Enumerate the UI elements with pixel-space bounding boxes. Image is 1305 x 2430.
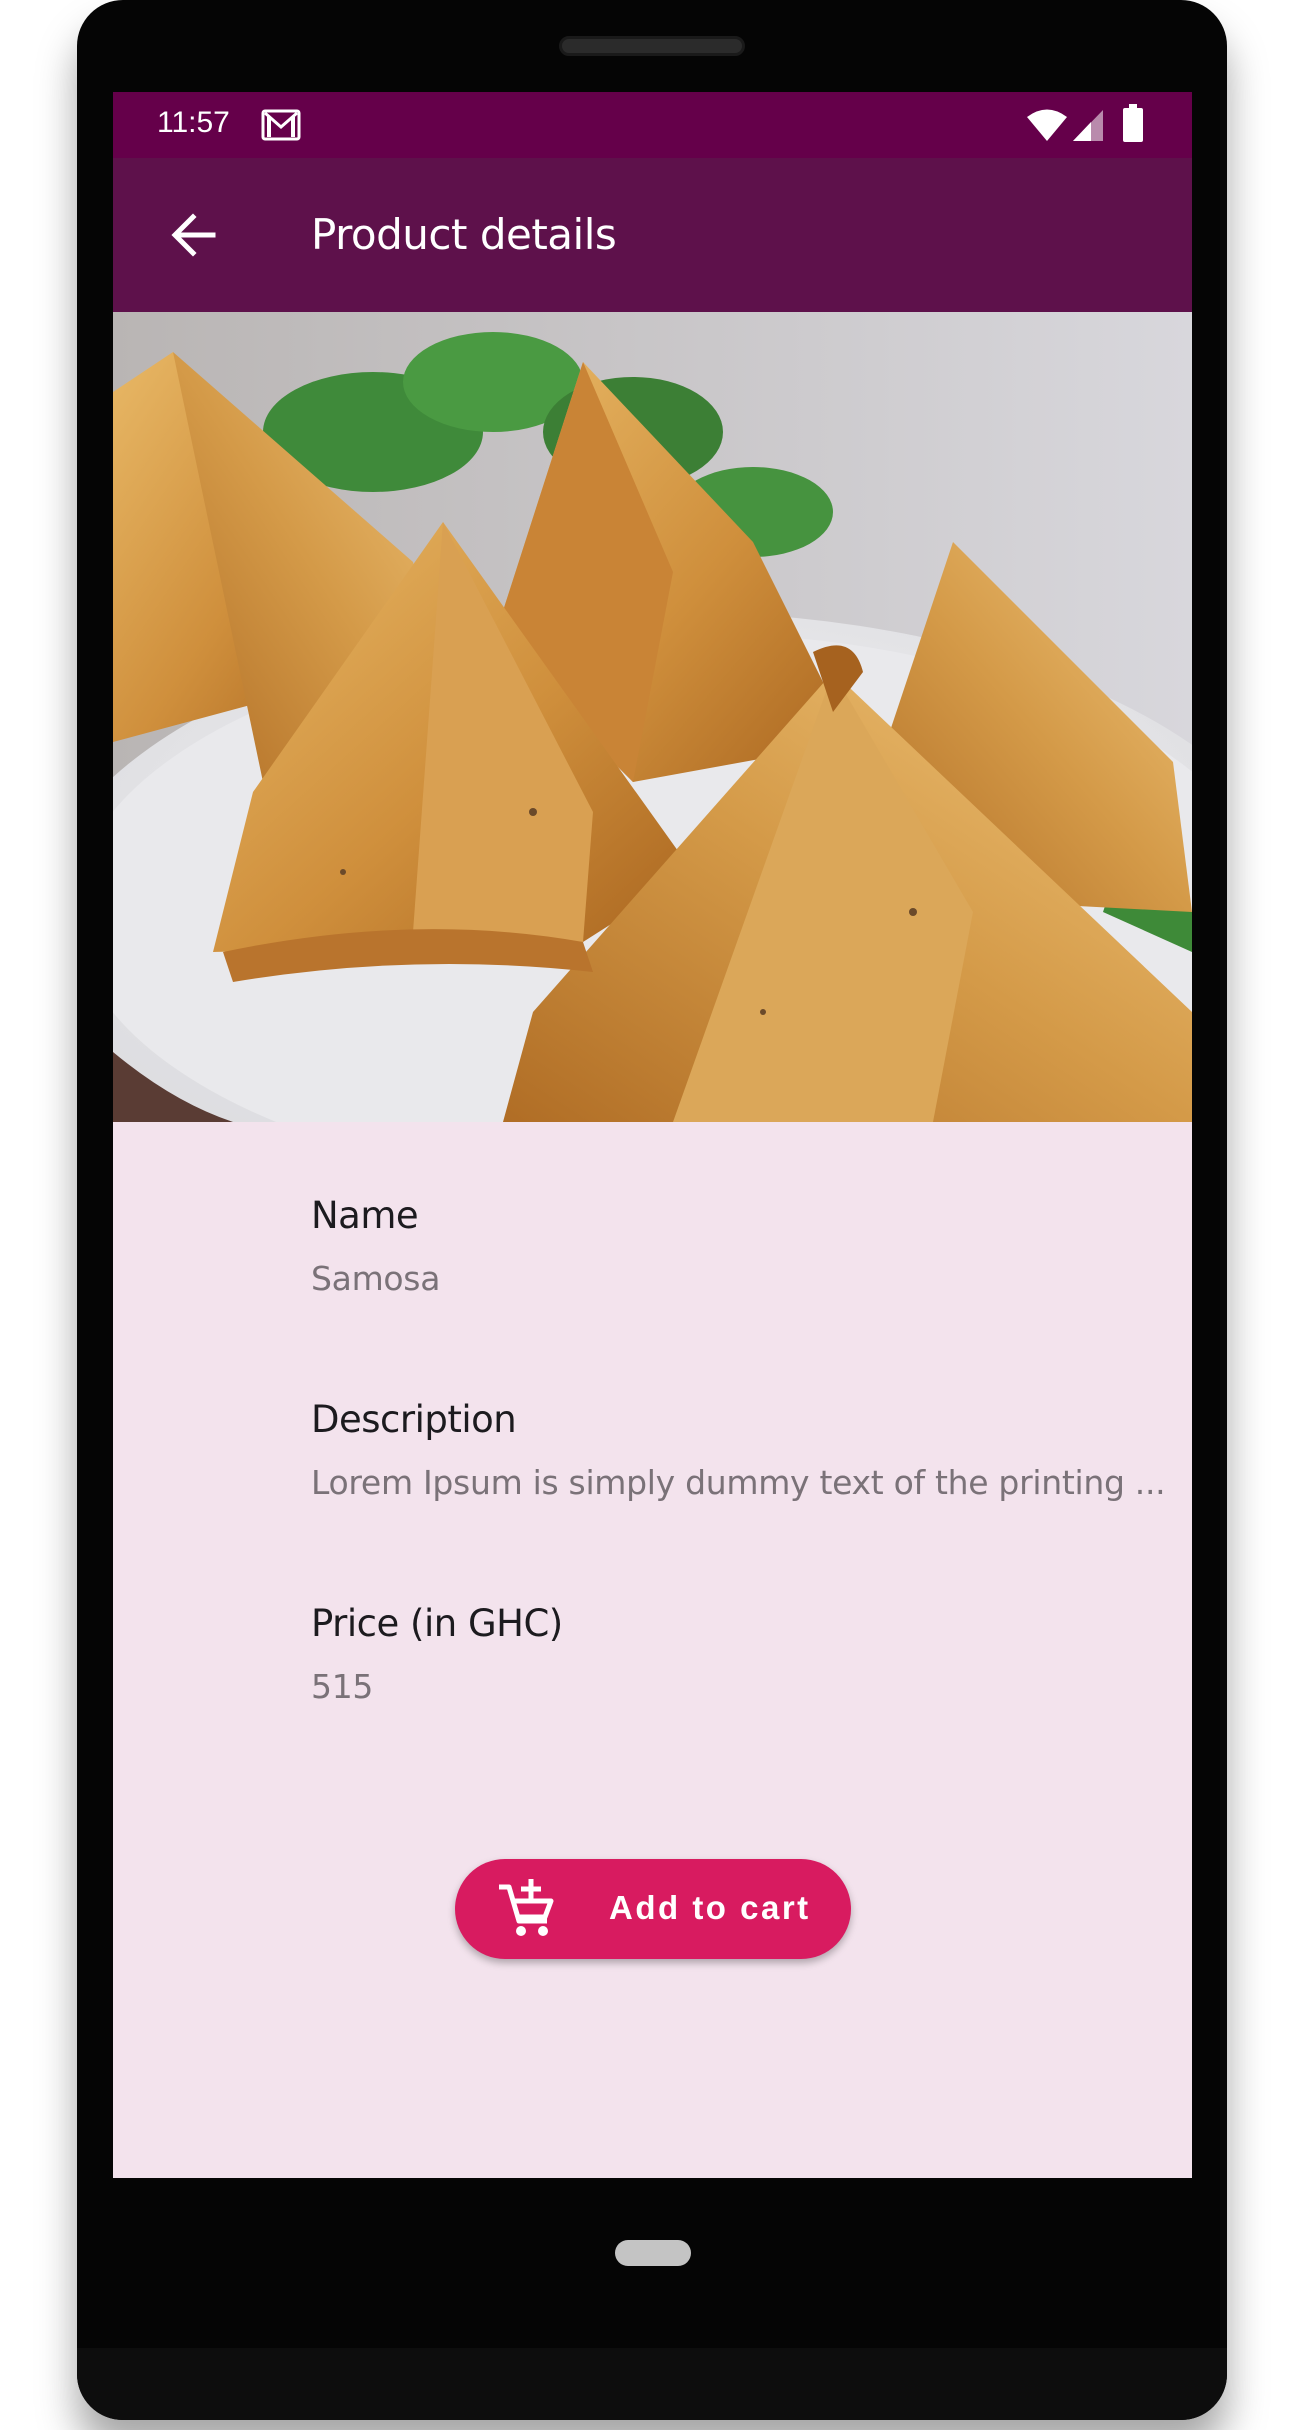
name-label: Name xyxy=(311,1194,419,1237)
samosa-photo xyxy=(113,312,1192,1122)
wifi-icon xyxy=(1027,109,1067,141)
page-title: Product details xyxy=(311,210,617,259)
signal-icon xyxy=(1073,110,1103,141)
name-value: Samosa xyxy=(311,1259,441,1298)
add-to-cart-label: Add to cart xyxy=(609,1889,811,1926)
price-label: Price (in GHC) xyxy=(311,1602,563,1645)
description-label: Description xyxy=(311,1398,517,1441)
phone-bottom-rim xyxy=(77,2348,1227,2420)
product-image xyxy=(113,312,1192,1122)
add-to-cart-button[interactable]: Add to cart xyxy=(455,1859,851,1959)
description-value: Lorem Ipsum is simply dummy text of the … xyxy=(311,1463,1166,1502)
home-gesture-pill[interactable] xyxy=(615,2240,691,2266)
status-time: 11:57 xyxy=(157,106,230,139)
phone-speaker xyxy=(559,36,745,56)
arrow-left-icon[interactable] xyxy=(165,207,221,263)
app-bar: Product details xyxy=(113,158,1192,312)
add-shopping-cart-icon xyxy=(499,1879,554,1936)
app-screen: 11:57 Product details Name Samosa Descri… xyxy=(113,92,1192,2178)
battery-icon xyxy=(1123,104,1143,142)
gmail-icon xyxy=(261,109,301,141)
price-value: 515 xyxy=(311,1667,374,1706)
status-bar: 11:57 xyxy=(113,92,1192,158)
